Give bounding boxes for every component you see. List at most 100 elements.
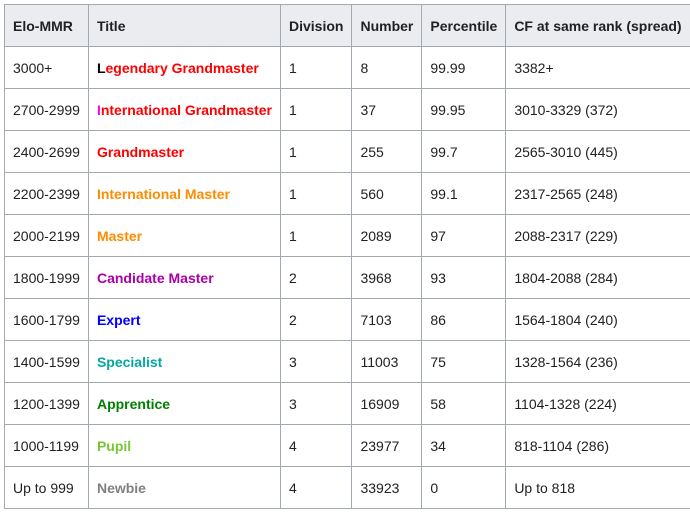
cell-cf-spread: 1328-1564 (236) bbox=[505, 340, 690, 383]
cell-percentile: 99.95 bbox=[421, 88, 507, 131]
table-body: 3000+ Legendary Grandmaster 1 8 99.99 3382+ 27… bbox=[4, 46, 690, 509]
cell-percentile: 93 bbox=[421, 256, 507, 299]
cell-division: 3 bbox=[279, 340, 353, 383]
title-text: Grandmaster bbox=[96, 143, 185, 160]
cell-cf-spread: 818-1104 (286) bbox=[505, 424, 690, 467]
cell-elo: 3000+ bbox=[4, 46, 89, 89]
table-row: 1400-1599 Specialist 3 11003 75 1328-1564 (23… bbox=[4, 340, 690, 383]
cell-number: 7103 bbox=[351, 298, 423, 341]
cell-title: Pupil bbox=[87, 424, 282, 467]
cell-percentile: 34 bbox=[421, 424, 507, 467]
cell-number: 23977 bbox=[351, 424, 423, 467]
cell-percentile: 58 bbox=[421, 382, 507, 425]
cell-title: Expert bbox=[87, 298, 282, 341]
cell-number: 8 bbox=[351, 46, 423, 89]
table-row: 2700-2999 International Grandmaster 1 37 99.… bbox=[4, 88, 690, 131]
cell-division: 1 bbox=[279, 130, 353, 173]
cell-division: 1 bbox=[279, 88, 353, 131]
cell-division: 2 bbox=[279, 298, 353, 341]
cell-cf-spread: 1564-1804 (240) bbox=[505, 298, 690, 341]
header-title: Title bbox=[87, 4, 282, 47]
cell-cf-spread: 2317-2565 (248) bbox=[505, 172, 690, 215]
table-row: 1800-1999 Candidate Master 2 3968 93 1804-208… bbox=[4, 256, 690, 299]
cell-title: Master bbox=[87, 214, 282, 257]
table-row: 3000+ Legendary Grandmaster 1 8 99.99 3382+ bbox=[4, 46, 690, 89]
title-text: Apprentice bbox=[96, 395, 171, 412]
title-text: Pupil bbox=[96, 437, 132, 454]
header-row: Elo-MMR Title Division Number Percentile… bbox=[4, 4, 690, 47]
cell-number: 255 bbox=[351, 130, 423, 173]
cell-elo: 1200-1399 bbox=[4, 382, 89, 425]
rank-table: Elo-MMR Title Division Number Percentile… bbox=[4, 4, 690, 509]
cell-number: 3968 bbox=[351, 256, 423, 299]
table-row: 1000-1199 Pupil 4 23977 34 818-1104 (286) bbox=[4, 424, 690, 467]
cell-percentile: 99.1 bbox=[421, 172, 507, 215]
cell-cf-spread: Up to 818 bbox=[505, 466, 690, 509]
cell-title: Apprentice bbox=[87, 382, 282, 425]
cell-number: 2089 bbox=[351, 214, 423, 257]
table-row: 1600-1799 Expert 2 7103 86 1564-1804 (240) bbox=[4, 298, 690, 341]
header-cf-spread: CF at same rank (spread) bbox=[505, 4, 690, 47]
cell-elo: 2400-2699 bbox=[4, 130, 89, 173]
rank-table-wrapper: Elo-MMR Title Division Number Percentile… bbox=[4, 4, 690, 509]
cell-division: 4 bbox=[279, 466, 353, 509]
title-text: nternational Grandmaster bbox=[100, 101, 272, 118]
cell-elo: 2700-2999 bbox=[4, 88, 89, 131]
cell-title: International Grandmaster bbox=[87, 88, 282, 131]
cell-elo: 2200-2399 bbox=[4, 172, 89, 215]
cell-cf-spread: 1804-2088 (284) bbox=[505, 256, 690, 299]
cell-percentile: 97 bbox=[421, 214, 507, 257]
title-text: egendary Grandmaster bbox=[105, 59, 259, 76]
cell-elo: 1800-1999 bbox=[4, 256, 89, 299]
cell-title: Grandmaster bbox=[87, 130, 282, 173]
cell-division: 2 bbox=[279, 256, 353, 299]
table-row: 2200-2399 International Master 1 560 99.1 231… bbox=[4, 172, 690, 215]
cell-elo: 1400-1599 bbox=[4, 340, 89, 383]
cell-cf-spread: 2088-2317 (229) bbox=[505, 214, 690, 257]
title-text: Expert bbox=[96, 311, 141, 328]
cell-percentile: 0 bbox=[421, 466, 507, 509]
cell-elo: 2000-2199 bbox=[4, 214, 89, 257]
cell-number: 560 bbox=[351, 172, 423, 215]
cell-percentile: 99.7 bbox=[421, 130, 507, 173]
cell-percentile: 86 bbox=[421, 298, 507, 341]
cell-number: 11003 bbox=[351, 340, 423, 383]
cell-cf-spread: 1104-1328 (224) bbox=[505, 382, 690, 425]
cell-percentile: 99.99 bbox=[421, 46, 507, 89]
cell-number: 37 bbox=[351, 88, 423, 131]
title-text: Newbie bbox=[96, 479, 146, 496]
cell-elo: 1000-1199 bbox=[4, 424, 89, 467]
table-row: 2400-2699 Grandmaster 1 255 99.7 2565-3010 (4… bbox=[4, 130, 690, 173]
cell-number: 33923 bbox=[351, 466, 423, 509]
table-row: 2000-2199 Master 1 2089 97 2088-2317 (229) bbox=[4, 214, 690, 257]
cell-title: Legendary Grandmaster bbox=[87, 46, 282, 89]
cell-title: Newbie bbox=[87, 466, 282, 509]
cell-division: 1 bbox=[279, 46, 353, 89]
cell-division: 3 bbox=[279, 382, 353, 425]
header-elo: Elo-MMR bbox=[4, 4, 89, 47]
cell-division: 4 bbox=[279, 424, 353, 467]
cell-percentile: 75 bbox=[421, 340, 507, 383]
table-header: Elo-MMR Title Division Number Percentile… bbox=[4, 4, 690, 47]
header-number: Number bbox=[351, 4, 423, 47]
title-text: Specialist bbox=[96, 353, 163, 370]
cell-division: 1 bbox=[279, 172, 353, 215]
title-text: Candidate Master bbox=[96, 269, 214, 286]
title-text: Master bbox=[96, 227, 143, 244]
cell-title: Specialist bbox=[87, 340, 282, 383]
cell-cf-spread: 3382+ bbox=[505, 46, 690, 89]
cell-cf-spread: 3010-3329 (372) bbox=[505, 88, 690, 131]
title-text: International Master bbox=[96, 185, 230, 202]
cell-elo: 1600-1799 bbox=[4, 298, 89, 341]
cell-elo: Up to 999 bbox=[4, 466, 89, 509]
cell-title: International Master bbox=[87, 172, 282, 215]
table-row: 1200-1399 Apprentice 3 16909 58 1104-1328 (22… bbox=[4, 382, 690, 425]
header-division: Division bbox=[279, 4, 353, 47]
cell-division: 1 bbox=[279, 214, 353, 257]
table-row: Up to 999 Newbie 4 33923 0 Up to 818 bbox=[4, 466, 690, 509]
title-first-letter: L bbox=[96, 59, 106, 76]
header-percentile: Percentile bbox=[421, 4, 507, 47]
cell-cf-spread: 2565-3010 (445) bbox=[505, 130, 690, 173]
cell-number: 16909 bbox=[351, 382, 423, 425]
cell-title: Candidate Master bbox=[87, 256, 282, 299]
